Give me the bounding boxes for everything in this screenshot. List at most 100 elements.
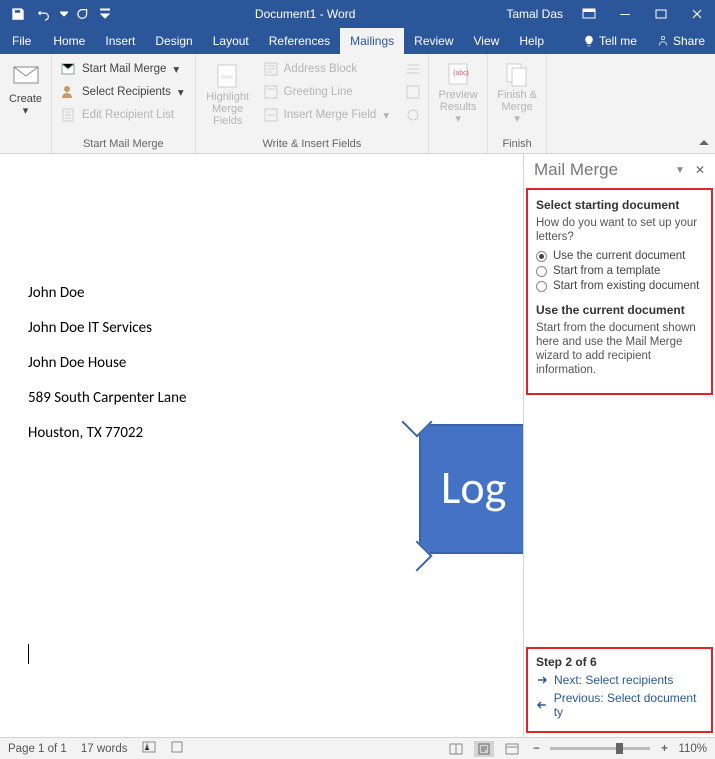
create-button[interactable]: Create▾ (4, 56, 47, 134)
start-mail-merge-label: Start Mail Merge (82, 63, 166, 75)
preview-label: Preview Results (439, 89, 478, 113)
share-label: Share (673, 34, 705, 48)
print-layout-icon (477, 743, 491, 755)
tellme-label: Tell me (599, 34, 637, 48)
quick-access-toolbar (0, 3, 112, 25)
step-indicator: Step 2 of 6 (536, 655, 705, 669)
zoom-thumb[interactable] (616, 743, 623, 754)
doc-line[interactable]: John Doe House (28, 354, 513, 372)
pane-section-step: Step 2 of 6 Next: Select recipients Prev… (526, 647, 713, 733)
finish-label: Finish & Merge (497, 89, 537, 113)
pane-close-button[interactable]: ✕ (691, 161, 709, 179)
status-bar: Page 1 of 1 17 words − + 110% (0, 737, 715, 759)
accessibility-button[interactable] (170, 740, 184, 757)
greeting-icon (263, 84, 279, 100)
recipients-icon (61, 84, 77, 100)
update-icon (405, 107, 421, 123)
tab-help[interactable]: Help (509, 28, 554, 54)
tab-view[interactable]: View (464, 28, 510, 54)
text-cursor (28, 644, 29, 664)
doc-line[interactable]: John Doe IT Services (28, 319, 513, 337)
select-recipients-label: Select Recipients (82, 86, 171, 98)
ribbon-display-button[interactable] (571, 0, 607, 28)
document-area[interactable]: John Doe John Doe IT Services John Doe H… (0, 154, 523, 737)
close-button[interactable] (679, 0, 715, 28)
zoom-slider[interactable] (550, 747, 650, 750)
tab-insert[interactable]: Insert (95, 28, 145, 54)
undo-button[interactable] (32, 3, 56, 25)
greeting-line-button: Greeting Line (258, 81, 396, 103)
word-count[interactable]: 17 words (81, 743, 128, 755)
zoom-out-button[interactable]: − (530, 743, 542, 755)
customize-icon (100, 8, 110, 20)
edit-list-icon (61, 107, 77, 123)
radio-from-template[interactable]: Start from a template (536, 265, 705, 277)
radio-icon (536, 266, 547, 277)
user-name[interactable]: Tamal Das (498, 7, 571, 21)
prev-step-link[interactable]: Previous: Select document ty (536, 691, 705, 719)
highlight-icon (214, 61, 242, 89)
share-icon (657, 35, 669, 47)
tellme-button[interactable]: Tell me (573, 28, 647, 54)
next-step-link[interactable]: Next: Select recipients (536, 673, 705, 687)
group-label-finish: Finish (492, 136, 542, 153)
read-mode-button[interactable] (446, 741, 466, 757)
tab-home[interactable]: Home (43, 28, 95, 54)
logo-shape[interactable]: Log (419, 424, 523, 554)
redo-button[interactable] (72, 3, 96, 25)
ribbon: Create▾ Start Mail Merge ▾ Select Recipi… (0, 54, 715, 154)
window-title: Document1 - Word (112, 7, 498, 21)
chevron-down-icon: ▾ (383, 108, 389, 122)
radio-current-document[interactable]: Use the current document (536, 250, 705, 262)
ribbon-display-icon (582, 8, 596, 20)
next-label: Next: Select recipients (554, 673, 673, 687)
doc-line[interactable]: 589 South Carpenter Lane (28, 389, 513, 407)
qat-customize[interactable] (98, 3, 112, 25)
preview-results-button: {abc} Preview Results▾ (433, 56, 483, 134)
web-layout-icon (505, 743, 519, 755)
tab-design[interactable]: Design (145, 28, 202, 54)
group-label-preview (433, 136, 483, 153)
chevron-up-icon (698, 137, 710, 149)
tab-mailings[interactable]: Mailings (340, 28, 404, 54)
chevron-down-icon: ▾ (178, 85, 184, 99)
radio-existing-document[interactable]: Start from existing document (536, 280, 705, 292)
share-button[interactable]: Share (647, 28, 715, 54)
doc-line[interactable]: John Doe (28, 284, 513, 302)
logo-text: Log (441, 460, 506, 516)
start-mail-merge-button[interactable]: Start Mail Merge ▾ (56, 58, 191, 80)
minimize-button[interactable] (607, 0, 643, 28)
address-block-button: Address Block (258, 58, 396, 80)
ribbon-tabs: File Home Insert Design Layout Reference… (0, 28, 715, 54)
undo-dropdown[interactable] (58, 3, 70, 25)
tab-review[interactable]: Review (404, 28, 463, 54)
zoom-level[interactable]: 110% (678, 743, 707, 755)
print-layout-button[interactable] (474, 741, 494, 757)
maximize-button[interactable] (643, 0, 679, 28)
section-heading2: Use the current document (536, 303, 685, 317)
envelope-icon (12, 61, 40, 91)
arrow-left-icon (536, 699, 548, 711)
page-indicator[interactable]: Page 1 of 1 (8, 743, 67, 755)
rules-icon (405, 61, 421, 77)
highlight-fields-button: Highlight Merge Fields (200, 56, 256, 134)
highlight-label: Highlight Merge Fields (201, 91, 255, 127)
tab-layout[interactable]: Layout (203, 28, 259, 54)
chevron-down-icon: ▾ (173, 62, 179, 76)
pane-menu-button[interactable]: ▼ (675, 165, 687, 176)
group-label-write: Write & Insert Fields (200, 136, 424, 153)
collapse-ribbon-button[interactable] (693, 54, 715, 153)
finish-icon (504, 61, 530, 87)
web-layout-button[interactable] (502, 741, 522, 757)
mail-merge-pane: Mail Merge ▼ ✕ Select starting document … (523, 154, 715, 737)
select-recipients-button[interactable]: Select Recipients ▾ (56, 81, 191, 103)
save-button[interactable] (6, 3, 30, 25)
spellcheck-button[interactable] (142, 740, 156, 757)
tab-references[interactable]: References (259, 28, 340, 54)
tab-file[interactable]: File (0, 28, 43, 54)
svg-text:{abc}: {abc} (453, 70, 470, 77)
zoom-in-button[interactable]: + (658, 743, 670, 755)
match-fields-button (402, 81, 424, 103)
lightbulb-icon (583, 35, 595, 47)
match-icon (405, 84, 421, 100)
